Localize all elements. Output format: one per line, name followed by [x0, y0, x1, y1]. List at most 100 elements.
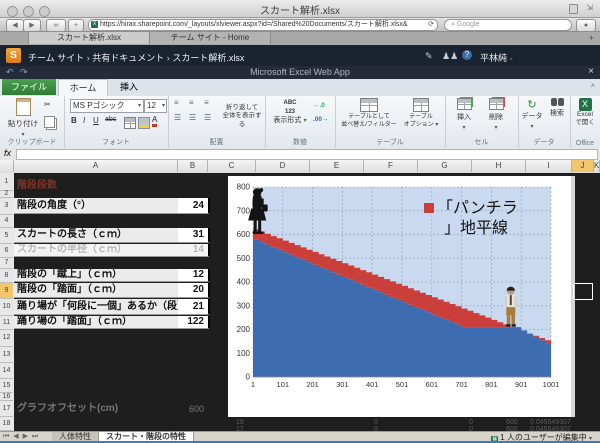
row-header-6[interactable]: 6 — [0, 244, 13, 258]
new-tab-icon[interactable]: + — [589, 33, 594, 43]
column-header-D[interactable]: D — [256, 160, 310, 172]
row-header-3[interactable]: 3 — [0, 198, 13, 215]
font-size-select[interactable]: 12 ▾ — [144, 99, 167, 113]
cell-label[interactable]: 階段の「踏面」（ｃｍ） — [14, 283, 178, 298]
close-icon[interactable]: × — [588, 66, 594, 77]
refresh-data-button[interactable]: ↻ データ▾ — [521, 98, 543, 130]
sheet-tab-2[interactable]: スカート・階段の特性 — [99, 432, 194, 441]
row-header-4[interactable]: 4 — [0, 215, 13, 228]
row-header-13[interactable]: 13 — [0, 347, 13, 363]
formula-input[interactable] — [16, 149, 598, 160]
row-header-8[interactable]: 8 — [0, 269, 13, 283]
reader-icon[interactable]: ∞ — [46, 19, 66, 32]
row-header-16[interactable]: 16 — [0, 393, 13, 401]
strikethrough-button[interactable]: abc — [105, 116, 116, 123]
find-button[interactable]: 検索 — [546, 98, 568, 118]
number-format-button[interactable]: ABC123 表示形式 ▾ — [273, 98, 307, 124]
column-header-C[interactable]: C — [208, 160, 256, 172]
row-header-1[interactable]: 1 — [0, 173, 13, 191]
sort-filter-table-button[interactable]: テーブルとして並べ替え/フィルター — [341, 98, 397, 129]
column-header-F[interactable]: F — [364, 160, 418, 172]
back-button[interactable]: ◀ — [6, 19, 24, 32]
row-header-2[interactable]: 2 — [0, 191, 13, 198]
align-right-icon[interactable]: ☰ — [204, 113, 211, 122]
chart-object[interactable]: 0100200300400500600700800110120130140150… — [228, 176, 571, 417]
sheet-nav-buttons[interactable]: ⏮ ◀ ▶ ⏭ — [3, 432, 39, 441]
cell-label[interactable]: スカートの半径（ｃｍ） — [14, 244, 178, 257]
row-header-10[interactable]: 10 — [0, 299, 13, 316]
breadcrumb-library[interactable]: 共有ドキュメント — [92, 53, 164, 63]
row-header-7[interactable]: 7 — [0, 258, 13, 269]
column-header-B[interactable]: B — [178, 160, 208, 172]
increase-decimal-icon[interactable]: ←.0 — [313, 102, 325, 109]
overflow-button[interactable]: ● — [576, 19, 596, 32]
column-header-A[interactable]: A — [14, 160, 178, 172]
collapse-ribbon-icon[interactable]: ˄ — [591, 83, 595, 90]
bold-button[interactable]: B — [71, 116, 77, 125]
tab-file[interactable]: ファイル — [2, 79, 56, 95]
forward-button[interactable]: ▶ — [23, 19, 41, 32]
delete-cells-button[interactable]: 削除▾ — [483, 98, 509, 131]
copy-icon[interactable] — [44, 116, 55, 128]
tab-insert[interactable]: 挿入 — [108, 79, 150, 95]
insert-cells-button[interactable]: 挿入▾ — [451, 98, 477, 131]
row-header-9[interactable]: 9 — [0, 283, 13, 299]
column-header-K[interactable]: K — [594, 160, 600, 172]
column-header-J[interactable]: J — [572, 160, 594, 172]
sheet-grid[interactable]: 0100200300400500600700800110120130140150… — [14, 173, 600, 431]
breadcrumb-site[interactable]: チーム サイト — [28, 53, 84, 63]
new-tab-button[interactable]: + — [68, 19, 84, 32]
column-header-corner[interactable] — [0, 160, 14, 172]
row-header-15[interactable]: 15 — [0, 379, 13, 393]
align-top-icon[interactable]: ≡ — [174, 98, 179, 107]
row-header-12[interactable]: 12 — [0, 330, 13, 347]
column-header-I[interactable]: I — [526, 160, 572, 172]
browser-tab-inactive[interactable]: チーム サイト - Home — [149, 32, 271, 44]
borders-button[interactable] — [124, 117, 136, 129]
cell-label[interactable]: 踊り場の「踏面」（ｃｍ） — [14, 316, 178, 329]
cell-value[interactable]: 21 — [178, 299, 210, 315]
row-header-18[interactable]: 18 — [0, 417, 13, 431]
help-icon[interactable]: ? — [462, 50, 472, 60]
align-center-icon[interactable]: ☰ — [189, 113, 196, 122]
cell-value[interactable]: 122 — [178, 316, 210, 329]
align-bottom-icon[interactable]: ≡ — [204, 98, 209, 107]
underline-button[interactable]: U — [93, 116, 99, 125]
reload-icon[interactable]: ⟳ — [428, 20, 434, 30]
sharepoint-logo[interactable]: S — [6, 48, 21, 63]
user-menu[interactable]: 平林純 ▾ — [480, 51, 513, 64]
tag-icon[interactable]: ✎ — [425, 51, 433, 62]
cell-value[interactable]: 31 — [178, 228, 210, 243]
row-header-5[interactable]: 5 — [0, 228, 13, 244]
selected-cell-outline[interactable] — [573, 283, 593, 300]
cut-icon[interactable]: ✂ — [44, 100, 51, 109]
cell-value[interactable]: 12 — [178, 269, 210, 282]
cell-label[interactable]: 踊り場が「何段に一個」あるか（段） — [14, 299, 178, 315]
tab-home[interactable]: ホーム — [58, 79, 108, 96]
url-field[interactable]: Xhttps://hirax.sharepoint.com/_layouts/x… — [88, 19, 438, 31]
row-header-11[interactable]: 11 — [0, 316, 13, 330]
cell-label[interactable]: 階段の「蹴上」（ｃｍ） — [14, 269, 178, 282]
search-input[interactable]: ⌕ Google — [444, 19, 572, 31]
browser-tab-active[interactable]: スカート解析.xlsx — [28, 32, 150, 44]
paste-button[interactable]: 貼り付け ▾ — [8, 98, 38, 138]
row-header-17[interactable]: 17 — [0, 401, 13, 417]
people-icon[interactable]: ♟♟ — [442, 51, 458, 62]
italic-button[interactable]: I — [83, 116, 85, 125]
cell-value[interactable]: 20 — [178, 283, 210, 298]
expand-icon[interactable]: ⇲ — [586, 3, 593, 12]
sheet-tab-1[interactable]: 人体特性 — [52, 432, 99, 441]
column-header-G[interactable]: G — [418, 160, 472, 172]
align-middle-icon[interactable]: ≡ — [189, 98, 194, 107]
cell-value[interactable]: 24 — [178, 198, 210, 214]
column-header-E[interactable]: E — [310, 160, 364, 172]
cell-label[interactable]: スカートの長さ（ｃｍ） — [14, 228, 178, 243]
font-color-button[interactable]: A — [152, 115, 157, 127]
font-name-select[interactable]: MS Pゴシック ▾ — [70, 99, 144, 113]
cell-label[interactable]: 階段の角度（°） — [14, 198, 178, 214]
align-left-icon[interactable]: ☰ — [174, 113, 181, 122]
table-options-button[interactable]: テーブルオプション ▾ — [401, 98, 441, 129]
open-in-excel-button[interactable]: X Excelで開く — [572, 98, 598, 127]
fill-color-button[interactable] — [138, 117, 150, 129]
cell-value[interactable]: 14 — [178, 244, 210, 257]
